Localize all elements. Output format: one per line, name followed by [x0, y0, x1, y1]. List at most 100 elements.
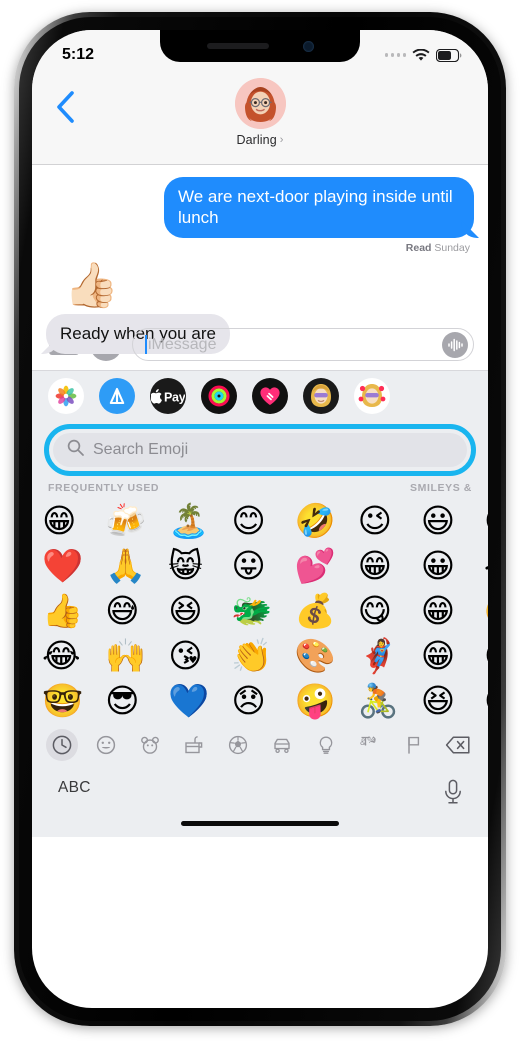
emoji-cell[interactable]: 🙏 [105, 543, 168, 588]
emoji-cell[interactable]: 😁 [421, 633, 484, 678]
emoji-cell[interactable]: 😊 [231, 498, 294, 543]
digital-touch-app-icon[interactable] [252, 378, 288, 414]
message-placeholder: iMessage [148, 335, 217, 353]
conversation-header: Darling › [32, 74, 488, 165]
emoji-cell[interactable]: 😂 [484, 543, 488, 588]
emoji-cell[interactable]: 😞 [231, 678, 294, 723]
emoji-cell[interactable]: 💙 [168, 678, 231, 723]
keyboard-bottom-bar: ABC [32, 765, 488, 837]
emoji-cell[interactable]: 🍻 [105, 498, 168, 543]
read-receipt-label: Read [405, 242, 432, 254]
category-objects[interactable] [310, 729, 342, 761]
memoji-app-icon[interactable] [303, 378, 339, 414]
memoji-avatar[interactable] [234, 78, 286, 129]
back-chevron-icon[interactable] [54, 90, 76, 124]
emoji-section-headers: FREQUENTLY USED SMILEYS & [32, 481, 488, 496]
memoji-sticker-app-icon[interactable] [354, 378, 390, 414]
abc-key[interactable]: ABC [58, 779, 91, 797]
text-cursor [145, 335, 147, 354]
emoji-cell[interactable]: 😊 [484, 678, 488, 723]
emoji-cell[interactable]: 😎 [105, 678, 168, 723]
earpiece-speaker [206, 43, 269, 49]
svg-text:Pay: Pay [164, 390, 185, 404]
emoji-cell[interactable]: 🦸‍♀️ [358, 633, 421, 678]
message-list[interactable]: We are next-door playing inside until lu… [32, 165, 488, 354]
battery-icon [436, 48, 462, 62]
emoji-cell[interactable]: 😁 [358, 543, 421, 588]
category-smileys[interactable] [90, 729, 122, 761]
emoji-cell[interactable]: 😛 [231, 543, 294, 588]
chevron-right-icon: › [279, 134, 284, 146]
emoji-cell[interactable]: 😋 [358, 588, 421, 633]
category-recent[interactable] [46, 729, 78, 761]
search-highlight-ring: Search Emoji [44, 424, 476, 476]
emoji-grid[interactable]: 😁 🍻 🏝️ 😊 🤣 😉 😃 😅 ❤️ 🙏 😸 😛 💕 😁 😀 😂 👍 😅 [32, 496, 488, 725]
emoji-cell[interactable]: 🤣 [295, 498, 358, 543]
emoji-cell[interactable]: 😅 [484, 498, 488, 543]
emoji-cell[interactable]: 🏝️ [168, 498, 231, 543]
imessage-app-drawer[interactable]: Pay [32, 371, 488, 421]
emoji-cell[interactable]: 🤓 [42, 678, 105, 723]
photos-app-icon[interactable] [48, 378, 84, 414]
emoji-cell[interactable]: 😆 [421, 678, 484, 723]
notch [160, 30, 360, 62]
emoji-cell[interactable]: 💕 [295, 543, 358, 588]
status-indicators [384, 48, 463, 62]
emoji-cell[interactable]: 😆 [168, 588, 231, 633]
front-camera-icon [302, 40, 314, 52]
category-activity[interactable] [222, 729, 254, 761]
search-input[interactable]: Search Emoji [53, 433, 467, 467]
fitness-app-icon[interactable] [201, 378, 237, 414]
message-input-field[interactable]: iMessage [132, 328, 474, 361]
phone-frame: 5:12 Darling › We are next-door playing … [14, 12, 506, 1026]
home-indicator[interactable] [181, 820, 339, 826]
emoji-cell[interactable]: 😃 [421, 498, 484, 543]
category-symbols[interactable]: & % [354, 729, 386, 761]
emoji-search-area: Search Emoji [32, 421, 488, 481]
section-frequently-used: FREQUENTLY USED [48, 482, 160, 494]
emoji-cell[interactable]: 👏 [231, 633, 294, 678]
emoji-cell[interactable]: 😸 [168, 543, 231, 588]
section-smileys: SMILEYS & [410, 482, 472, 494]
emoji-cell[interactable]: 🎨 [295, 633, 358, 678]
category-animals[interactable] [134, 729, 166, 761]
contact-name-row: Darling › [236, 133, 283, 147]
emoji-category-bar[interactable]: & % [32, 725, 488, 765]
emoji-cell[interactable]: 😉 [358, 498, 421, 543]
emoji-cell[interactable]: 😁 [42, 498, 105, 543]
category-travel[interactable] [266, 729, 298, 761]
message-row-outgoing: We are next-door playing inside until lu… [46, 177, 474, 238]
read-receipt-time: Sunday [434, 242, 470, 254]
emoji-cell[interactable]: 🚴 [358, 678, 421, 723]
category-flags[interactable] [398, 729, 430, 761]
contact-name: Darling [236, 133, 277, 147]
emoji-cell[interactable]: 😘 [168, 633, 231, 678]
emoji-cell[interactable]: 💰 [295, 588, 358, 633]
microphone-icon[interactable] [442, 779, 464, 812]
app-store-app-icon[interactable] [99, 378, 135, 414]
message-bubble-outgoing[interactable]: We are next-door playing inside until lu… [164, 177, 474, 238]
contact-info[interactable]: Darling › [234, 78, 286, 147]
phone-screen: 5:12 Darling › We are next-door playing … [32, 30, 488, 1008]
read-receipt: Read Sunday [46, 242, 470, 254]
audio-waveform-icon[interactable] [442, 331, 468, 358]
emoji-cell[interactable]: 🤣 [484, 588, 488, 633]
emoji-cell[interactable]: 😀 [421, 543, 484, 588]
delete-key[interactable] [442, 729, 474, 761]
category-food[interactable] [178, 729, 210, 761]
apple-pay-app-icon[interactable]: Pay [150, 378, 186, 414]
emoji-cell[interactable]: 😅 [105, 588, 168, 633]
emoji-cell[interactable]: ❤️ [42, 543, 105, 588]
thumbs-up-icon[interactable]: 👍🏻 [64, 264, 474, 308]
emoji-cell[interactable]: 😂 [42, 633, 105, 678]
emoji-cell[interactable]: 😁 [421, 588, 484, 633]
signal-dots-icon [384, 53, 406, 57]
emoji-keyboard[interactable]: FREQUENTLY USED SMILEYS & 😁 🍻 🏝️ 😊 🤣 😉 😃… [32, 481, 488, 837]
emoji-cell[interactable]: 🙌 [105, 633, 168, 678]
emoji-cell[interactable]: 👍 [42, 588, 105, 633]
emoji-cell[interactable]: 🐲 [231, 588, 294, 633]
emoji-cell[interactable]: 😌 [484, 633, 488, 678]
search-icon [67, 439, 84, 461]
emoji-cell[interactable]: 🤪 [295, 678, 358, 723]
wifi-icon [412, 48, 430, 62]
